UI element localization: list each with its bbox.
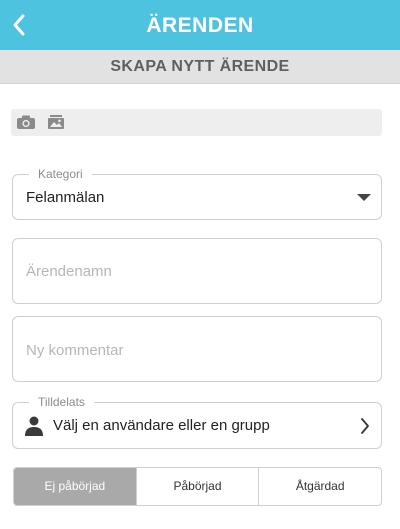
sub-header: SKAPA NYTT ÄRENDE — [0, 50, 400, 84]
chevron-right-icon — [360, 417, 370, 435]
case-name-input[interactable]: Ärendenamn — [12, 238, 382, 304]
top-bar: ÄRENDEN — [0, 0, 400, 50]
assignee-label: Tilldelats — [29, 395, 94, 410]
caret-down-icon — [357, 194, 371, 201]
media-attachment-bar — [11, 109, 382, 136]
comment-input[interactable]: Ny kommentar — [12, 316, 382, 382]
status-option-started[interactable]: Påbörjad — [137, 468, 260, 505]
status-segmented-control: Ej påbörjad Påbörjad Åtgärdad — [13, 467, 382, 506]
case-name-placeholder: Ärendenamn — [26, 263, 112, 280]
assignee-selector[interactable]: Tilldelats Välj en användare eller en gr… — [12, 395, 382, 449]
section-title: SKAPA NYTT ÄRENDE — [110, 58, 290, 75]
status-option-not-started[interactable]: Ej påbörjad — [14, 468, 137, 505]
comment-placeholder: Ny kommentar — [26, 342, 124, 359]
gallery-button[interactable] — [47, 114, 65, 130]
camera-button[interactable] — [16, 114, 36, 130]
category-label: Kategori — [29, 167, 92, 182]
image-gallery-icon — [48, 115, 64, 129]
assignee-value: Välj en användare eller en grupp — [53, 417, 270, 434]
page-title: ÄRENDEN — [146, 14, 254, 37]
status-option-resolved[interactable]: Åtgärdad — [259, 468, 381, 505]
person-icon — [24, 415, 44, 437]
camera-icon — [17, 115, 35, 129]
category-value: Felanmälan — [26, 189, 105, 206]
category-select[interactable]: Kategori Felanmälan — [12, 167, 382, 220]
